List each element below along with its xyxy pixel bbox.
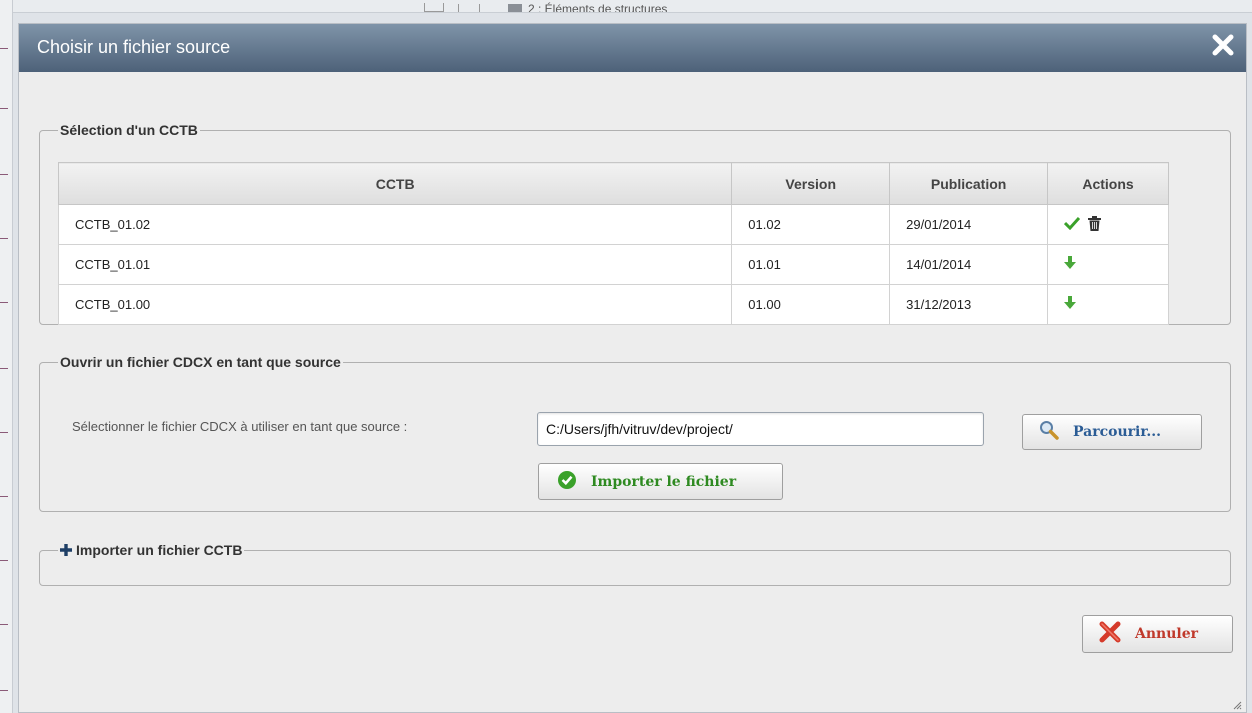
version-cell[interactable]: 01.02 [731,204,891,245]
structure-icon [508,4,522,12]
check-circle-icon [557,470,577,494]
cdcx-file-label: Sélectionner le fichier CDCX à utiliser … [72,419,408,434]
trash-icon[interactable] [1087,215,1101,234]
import-file-button-label: Importer le fichier [591,473,737,490]
actions-cell [1047,284,1169,325]
cctb-name-cell[interactable]: CCTB_01.01 [57,244,733,285]
publication-cell[interactable]: 14/01/2014 [889,244,1049,285]
magnifier-icon [1039,420,1059,444]
cctb-selection-fieldset: Sélection d'un CCTB CCTB Version Publica… [39,122,1231,325]
cross-icon [1099,621,1121,647]
close-icon[interactable] [1210,32,1236,58]
actions-cell [1047,204,1169,245]
expand-plus-icon[interactable] [60,543,72,559]
column-header-actions: Actions [1047,162,1169,205]
browse-button-label: Parcourir... [1073,424,1162,440]
table-header-row: CCTB Version Publication Actions [57,162,1169,205]
background-breadcrumb-label: 2 : Éléments de structures [528,2,668,12]
check-icon[interactable] [1064,216,1081,233]
cctb-table: CCTB Version Publication Actions CCTB_01… [57,162,1169,325]
background-left-ruler [0,0,13,713]
table-row[interactable]: CCTB_01.01 01.01 14/01/2014 [57,244,1169,285]
version-cell[interactable]: 01.01 [731,244,891,285]
browse-button[interactable]: Parcourir... [1022,414,1202,450]
resize-grip-icon[interactable] [1232,698,1242,710]
dialog-title: Choisir un fichier source [37,37,231,57]
download-arrow-icon[interactable] [1064,296,1077,313]
import-cctb-fieldset[interactable]: Importer un fichier CCTB [39,542,1231,586]
version-cell[interactable]: 01.00 [731,284,891,325]
import-cctb-legend[interactable]: Importer un fichier CCTB [58,542,244,559]
choose-source-dialog: Choisir un fichier source Sélection d'un… [18,23,1247,713]
dialog-titlebar: Choisir un fichier source [19,24,1246,72]
cancel-button[interactable]: Annuler [1082,615,1233,653]
publication-cell[interactable]: 31/12/2013 [889,284,1049,325]
cctb-selection-legend: Sélection d'un CCTB [60,122,198,138]
cdcx-open-legend: Ouvrir un fichier CDCX en tant que sourc… [60,354,341,370]
table-row[interactable]: CCTB_01.00 01.00 31/12/2013 [57,284,1169,325]
actions-cell [1047,244,1169,285]
publication-cell[interactable]: 29/01/2014 [889,204,1049,245]
cdcx-open-fieldset: Ouvrir un fichier CDCX en tant que sourc… [39,354,1231,512]
cdcx-path-input[interactable] [537,412,984,446]
import-file-button[interactable]: Importer le fichier [538,463,783,500]
cctb-name-cell[interactable]: CCTB_01.02 [57,204,733,245]
column-header-cctb[interactable]: CCTB [57,162,733,205]
cctb-name-cell[interactable]: CCTB_01.00 [57,284,733,325]
column-header-publication[interactable]: Publication [889,162,1049,205]
import-cctb-label: Importer un fichier CCTB [76,542,243,558]
download-arrow-icon[interactable] [1064,256,1077,273]
background-breadcrumb: 2 : Éléments de structures [424,0,667,12]
table-row[interactable]: CCTB_01.02 01.02 29/01/2014 [57,204,1169,245]
cancel-button-label: Annuler [1135,626,1198,642]
column-header-version[interactable]: Version [731,162,891,205]
